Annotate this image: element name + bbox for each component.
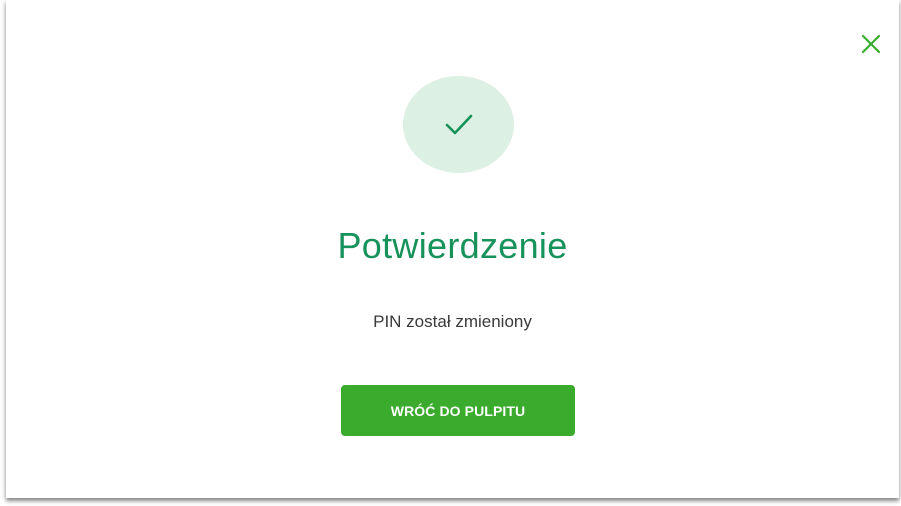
back-to-dashboard-button[interactable]: WRÓĆ DO PULPITU	[341, 385, 575, 436]
success-badge	[403, 76, 514, 173]
checkmark-icon	[445, 114, 473, 135]
close-button[interactable]	[860, 33, 882, 55]
dialog-title: Potwierdzenie	[337, 225, 568, 266]
confirmation-dialog: Potwierdzenie PIN został zmieniony WRÓĆ …	[6, 0, 899, 498]
dialog-message: PIN został zmieniony	[373, 312, 532, 331]
close-icon	[861, 34, 881, 54]
